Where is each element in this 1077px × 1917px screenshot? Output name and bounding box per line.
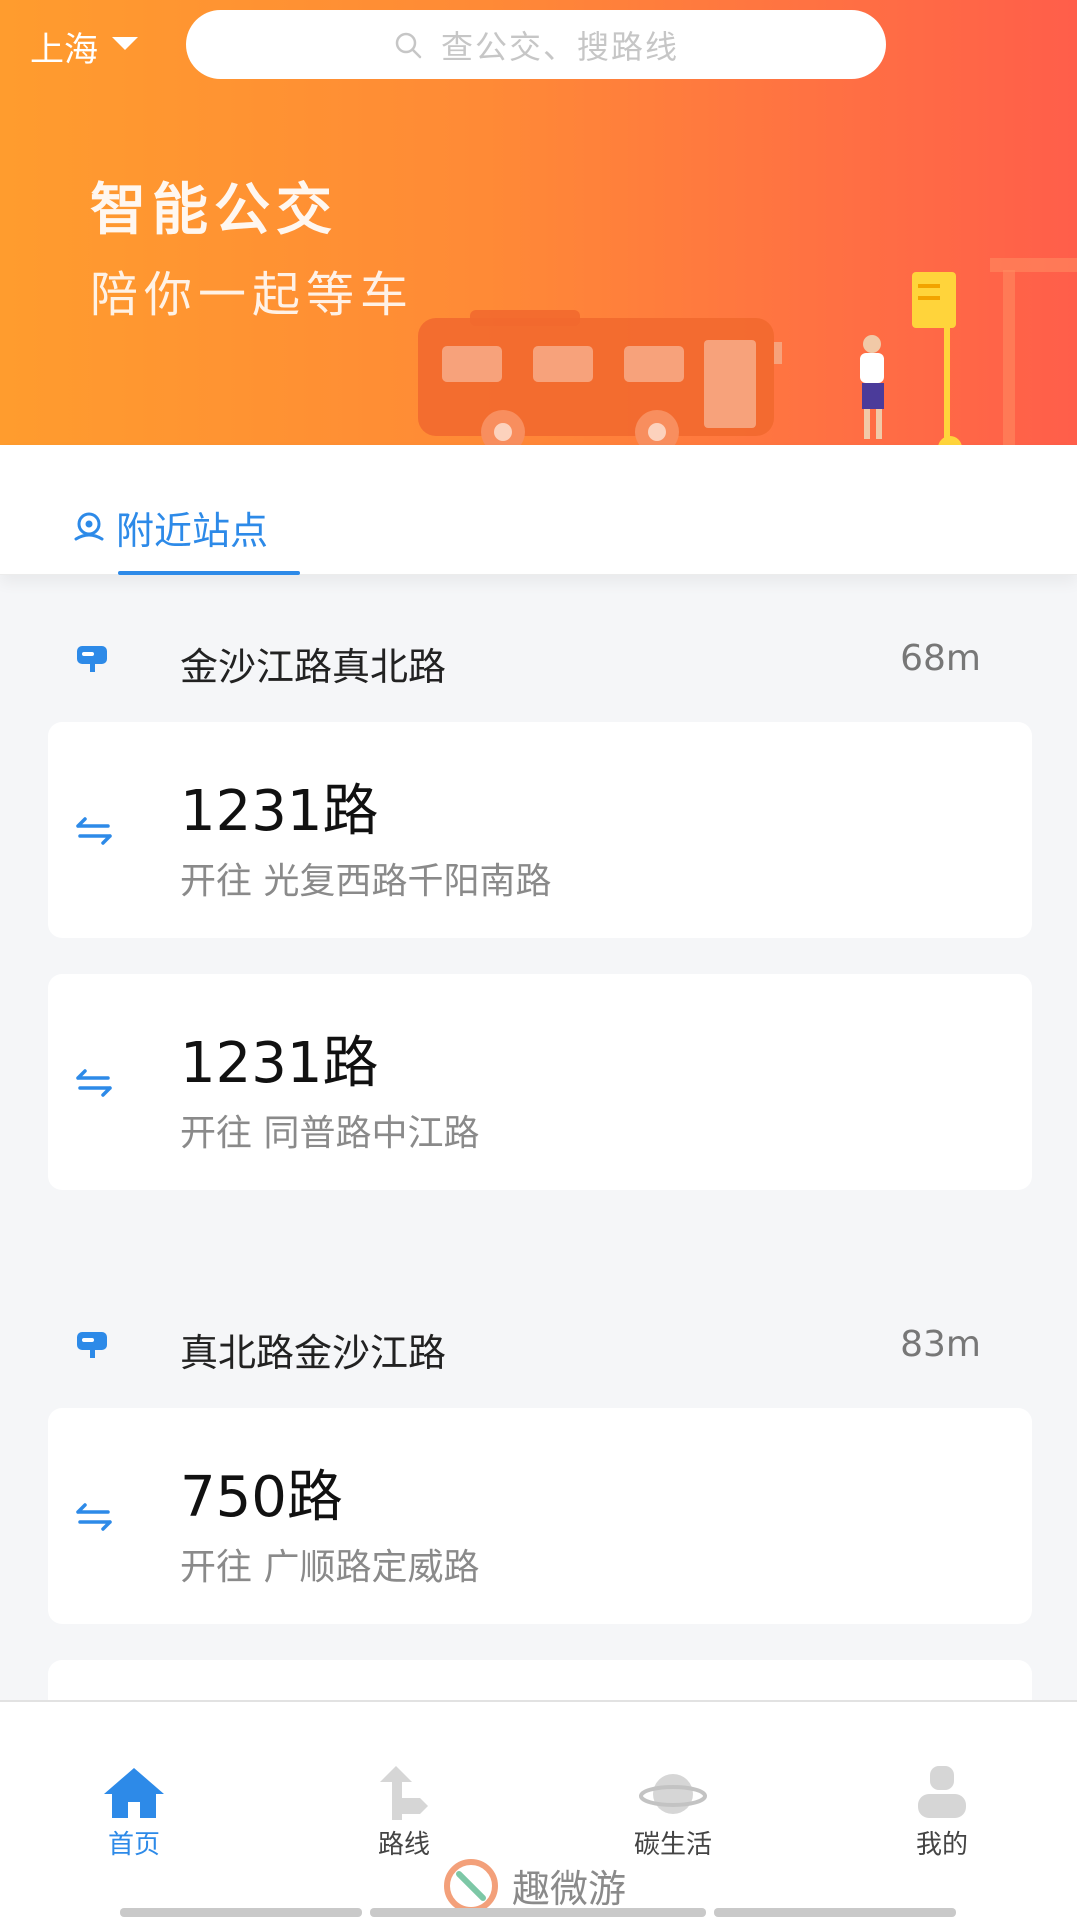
user-icon [918,1766,966,1818]
route-direction: 开往 同普路中江路 [180,1113,480,1154]
watermark-logo-icon [444,1858,498,1913]
watermark-text: 趣微游 [512,1867,627,1911]
station-name: 金沙江路真北路 [180,645,447,689]
home-icon [104,1768,164,1818]
nav-home[interactable]: 首页 [54,1764,214,1861]
city-name: 上海 [30,30,98,70]
watermark: 趣微游 [444,1858,626,1913]
search-placeholder: 查公交、搜路线 [440,27,679,66]
search-icon [395,32,422,58]
city-selector[interactable]: 上海 [30,22,138,71]
nav-route[interactable]: 路线 [324,1764,484,1861]
tab-nearby-stations[interactable]: 附近站点 [72,500,268,555]
route-card[interactable]: 750路 开往 广顺路定威路 [48,1408,1032,1624]
nav-label: 我的 [915,1830,968,1860]
nav-label: 首页 [107,1830,160,1860]
tab-bar: 附近站点 [0,445,1077,575]
system-bar [370,1908,706,1917]
station-name: 真北路金沙江路 [180,1331,447,1375]
banner-slogan-subtitle: 陪你一起等车 [90,267,415,323]
search-bar[interactable]: 查公交、搜路线 [186,10,886,79]
route-direction: 开往 广顺路定威路 [180,1547,480,1588]
location-pin-icon [74,512,104,540]
station-distance: 83m [900,1324,981,1365]
route-sign-icon [380,1766,428,1820]
nav-carbon-life[interactable]: 碳生活 [593,1764,753,1861]
route-card[interactable]: 1231路 开往 同普路中江路 [48,974,1032,1190]
route-number: 1231路 [180,1031,379,1096]
route-number: 750路 [180,1465,343,1530]
station-distance: 68m [900,638,981,679]
route-direction: 开往 光复西路千阳南路 [180,861,552,902]
tab-label: 附近站点 [116,509,269,553]
route-card[interactable]: 1231路 开往 光复西路千阳南路 [48,722,1032,938]
station-header[interactable]: 金沙江路真北路 68m [0,618,1077,698]
system-bar [714,1908,956,1917]
caret-down-icon [112,37,138,50]
nav-label: 碳生活 [633,1830,712,1860]
station-header[interactable]: 真北路金沙江路 83m [0,1304,1077,1384]
nav-mine[interactable]: 我的 [862,1764,1022,1861]
banner-slogan-title: 智能公交 [90,178,338,243]
direction-arrows-icon [76,817,112,845]
header-banner: 上海 查公交、搜路线 智能公交 陪你一起等车 [0,0,1077,445]
bus-stop-sign-icon [77,1332,107,1358]
direction-arrows-icon [76,1069,112,1097]
bus-stop-sign-icon [77,646,107,672]
planet-icon [639,1774,707,1814]
nav-label: 路线 [377,1830,430,1860]
tab-active-indicator [118,571,300,575]
direction-arrows-icon [76,1503,112,1531]
system-bar [120,1908,362,1917]
route-number: 1231路 [180,779,379,844]
